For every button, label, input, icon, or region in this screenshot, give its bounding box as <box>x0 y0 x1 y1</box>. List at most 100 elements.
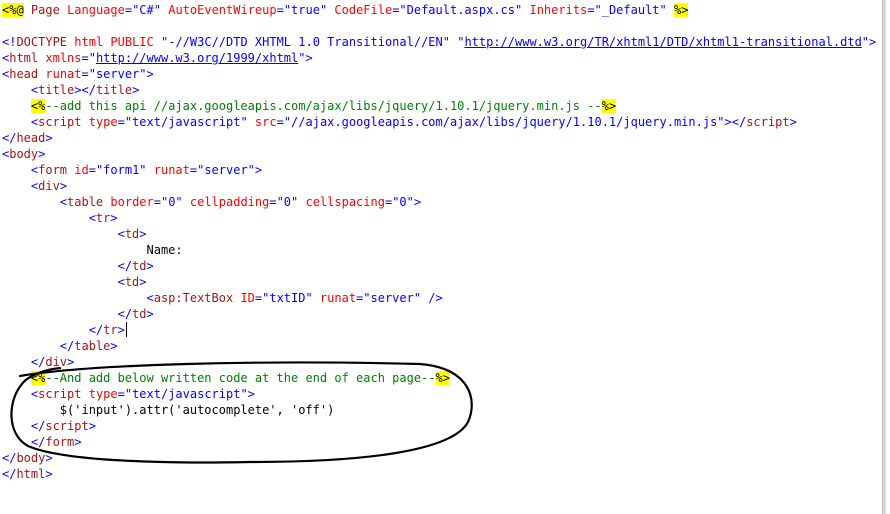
code-token: DOCTYPE <box>16 35 68 49</box>
code-token: table <box>67 195 104 209</box>
code-token: html <box>74 35 104 49</box>
code-token: ="true" <box>276 3 335 17</box>
code-token: > <box>139 275 147 289</box>
code-line: </html> <box>2 466 53 482</box>
code-token: body <box>9 147 39 161</box>
code-line: </div> <box>2 354 74 370</box>
code-token: script <box>38 115 82 129</box>
code-line: </script> <box>2 418 96 434</box>
code-token: "> <box>298 51 313 65</box>
code-token: tr <box>95 211 111 225</box>
code-token: </ <box>2 467 17 481</box>
code-token: border <box>110 195 154 209</box>
code-token: td <box>124 275 140 289</box>
code-editor[interactable]: <%@ Page Language="C#" AutoEventWireup="… <box>0 0 886 514</box>
code-token: %> <box>673 3 689 17</box>
code-token: > <box>74 435 82 449</box>
code-token: ="server"> <box>81 67 154 81</box>
code-token: body <box>16 451 46 465</box>
code-token: html <box>16 467 46 481</box>
code-line: <script type="text/javascript" src="//aj… <box>2 114 797 130</box>
code-token: table <box>74 339 111 353</box>
code-token: </ <box>2 339 75 353</box>
code-token: =" <box>81 51 96 65</box>
code-token: </ <box>2 323 104 337</box>
code-token: ="text/javascript"> <box>117 387 255 401</box>
code-token: td <box>124 227 140 241</box>
code-token: "> <box>861 35 877 49</box>
code-line: <%--And add below written code at the en… <box>2 370 450 386</box>
code-link[interactable]: http://www.w3.org/1999/xhtml <box>96 51 298 65</box>
code-token: $('input').attr('autocomplete', 'off') <box>2 403 335 417</box>
code-token: < <box>2 195 68 209</box>
code-token: < <box>2 115 39 129</box>
code-token: %> <box>601 99 617 113</box>
code-line: </form> <box>2 434 82 450</box>
code-line: <table border="0" cellpadding="0" cellsp… <box>2 194 421 210</box>
text-caret <box>125 322 127 337</box>
code-line: <html xmlns="http://www.w3.org/1999/xhtm… <box>2 50 313 66</box>
code-line: <body> <box>2 146 45 162</box>
code-token: ="_Default" <box>587 3 674 17</box>
code-token: </ <box>2 419 46 433</box>
code-token: html <box>9 51 39 65</box>
code-token: ="server" /> <box>356 291 443 305</box>
code-token: > <box>67 355 75 369</box>
code-token: script <box>746 115 790 129</box>
code-line: </tr> <box>2 322 125 338</box>
code-token: Name: <box>2 243 183 257</box>
code-token: > <box>117 323 125 337</box>
code-token: Page <box>30 3 60 17</box>
code-token: > <box>45 451 53 465</box>
code-token: < <box>2 227 125 241</box>
code-token: cellpadding <box>189 195 270 209</box>
code-link[interactable]: http://www.w3.org/TR/xhtml1/DTD/xhtml1-t… <box>464 35 861 49</box>
code-token: > <box>45 467 53 481</box>
code-token: ="0"> <box>384 195 422 209</box>
code-line: <head runat="server"> <box>2 66 154 82</box>
code-token: ="server"> <box>189 163 263 177</box>
code-line: </head> <box>2 130 53 146</box>
code-line: </td> <box>2 306 154 322</box>
code-token: PUBLIC <box>110 35 154 49</box>
code-line: <%--add this api //ajax.googleapis.com/a… <box>2 98 617 114</box>
code-token: > <box>110 211 118 225</box>
code-line: </table> <box>2 338 118 354</box>
code-token: %> <box>435 371 450 385</box>
code-token: ="text/javascript" <box>117 115 255 129</box>
vertical-scrollbar[interactable] <box>882 0 886 514</box>
code-token: </ <box>2 355 46 369</box>
code-token: > <box>146 259 154 273</box>
code-line: <title></title> <box>2 82 139 98</box>
code-token: ="//ajax.googleapis.com/ajax/libs/jquery… <box>276 115 747 129</box>
code-token: <%@ <box>2 3 24 17</box>
code-token: < <box>2 291 154 305</box>
code-token: title <box>38 83 75 97</box>
code-line: <form id="form1" runat="server"> <box>2 162 262 178</box>
code-token: td <box>132 307 147 321</box>
code-token: ></ <box>74 83 96 97</box>
code-token: xmlns <box>45 51 82 65</box>
code-token: div <box>38 179 60 193</box>
code-token: </ <box>2 131 17 145</box>
code-token: </ <box>2 259 133 273</box>
code-line: Name: <box>2 242 183 258</box>
code-token: ID <box>240 291 255 305</box>
code-token: < <box>2 211 96 225</box>
code-token: </ <box>2 451 17 465</box>
code-token: > <box>146 307 154 321</box>
code-line: <tr> <box>2 210 118 226</box>
code-token: > <box>38 147 46 161</box>
code-token: Language <box>67 3 125 17</box>
code-token: runat <box>45 67 82 81</box>
code-token: title <box>95 83 133 97</box>
code-token: id <box>74 163 89 177</box>
code-token: tr <box>103 323 118 337</box>
code-line: <%@ Page Language="C#" AutoEventWireup="… <box>2 2 689 18</box>
code-token: ="0" <box>153 195 190 209</box>
code-token: ="txtID" <box>254 291 320 305</box>
